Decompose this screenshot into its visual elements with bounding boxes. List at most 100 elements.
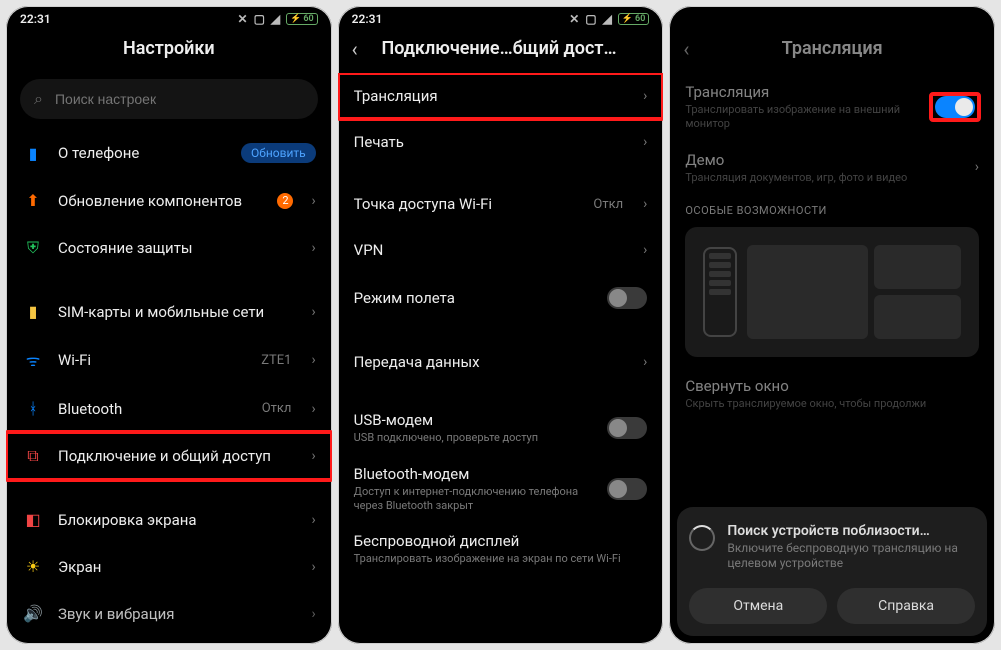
- item-demo[interactable]: Демо Трансляция документов, игр, фото и …: [669, 141, 995, 195]
- usb-tether-toggle[interactable]: [607, 417, 647, 439]
- chevron-right-icon: ›: [643, 88, 647, 104]
- about-icon: ▮: [22, 144, 44, 163]
- item-label: Трансляция: [354, 87, 629, 105]
- item-sub: Скрыть транслируемое окно, чтобы продолж…: [685, 397, 979, 411]
- phone-settings-root: 22:31 ✕ ▢ ◢ ⚡60 Настройки ⌕ ▮ О телефоне…: [6, 6, 332, 644]
- sheet-sub: Включите беспроводную трансляцию на целе…: [727, 541, 975, 572]
- connection-list: Трансляция › Печать › Точка доступа Wi-F…: [338, 73, 664, 644]
- vpn-icon: ▢: [254, 12, 265, 26]
- signal-icon: ◢: [603, 12, 612, 26]
- item-label: Точка доступа Wi-Fi: [354, 195, 580, 213]
- item-value: Откл: [593, 197, 623, 212]
- back-button[interactable]: ‹: [683, 37, 689, 61]
- item-label: Звук и вибрация: [58, 605, 297, 623]
- dnd-icon: ✕: [238, 12, 248, 26]
- bluetooth-icon: ᚼ: [22, 399, 44, 418]
- item-cast[interactable]: Трансляция ›: [338, 73, 664, 119]
- item-sound[interactable]: 🔊 Звук и вибрация ›: [6, 590, 332, 637]
- lock-icon: ◧: [22, 510, 44, 529]
- item-usb-tether[interactable]: USB-модем USB подключено, проверьте дост…: [338, 401, 664, 455]
- chevron-right-icon: ›: [643, 354, 647, 370]
- share-icon: ⧉: [22, 446, 44, 466]
- item-label: Режим полета: [354, 289, 594, 307]
- item-label: Свернуть окно: [685, 377, 979, 395]
- chevron-right-icon: ›: [311, 304, 315, 320]
- signal-icon: ◢: [271, 12, 280, 26]
- battery-indicator: ⚡60: [286, 13, 318, 25]
- chevron-right-icon: ›: [643, 134, 647, 150]
- item-vpn[interactable]: VPN ›: [338, 227, 664, 273]
- chevron-right-icon: ›: [311, 448, 315, 464]
- item-label: Печать: [354, 133, 629, 151]
- chevron-right-icon: ›: [643, 196, 647, 212]
- item-value: Откл: [262, 401, 292, 416]
- search-input[interactable]: [53, 90, 304, 108]
- status-time: 22:31: [20, 12, 51, 26]
- item-data-transfer[interactable]: Передача данных ›: [338, 339, 664, 385]
- phone-cast: .. ‹ Трансляция Трансляция Транслировать…: [669, 6, 995, 644]
- search-bar[interactable]: ⌕: [20, 79, 318, 119]
- item-sub: USB подключено, проверьте доступ: [354, 431, 594, 445]
- item-wifi[interactable]: ᯤ Wi-Fi ZTE1 ›: [6, 335, 332, 385]
- item-bluetooth[interactable]: ᚼ Bluetooth Откл ›: [6, 385, 332, 432]
- item-sub: Трансляция документов, игр, фото и видео: [685, 171, 960, 185]
- search-devices-sheet: Поиск устройств поблизости… Включите бес…: [677, 507, 987, 636]
- item-collapse-window[interactable]: Свернуть окно Скрыть транслируемое окно,…: [669, 367, 995, 421]
- bt-tether-toggle[interactable]: [607, 478, 647, 500]
- battery-indicator: ⚡60: [618, 13, 650, 25]
- item-lock-screen[interactable]: ◧ Блокировка экрана ›: [6, 496, 332, 543]
- back-button[interactable]: ‹: [352, 37, 358, 61]
- item-label: Трансляция: [685, 83, 917, 101]
- item-label: Подключение и общий доступ: [58, 447, 297, 465]
- vpn-icon: ▢: [585, 12, 596, 26]
- item-label: Bluetooth: [58, 400, 248, 418]
- settings-list: ▮ О телефоне Обновить ⬆ Обновление компо…: [6, 129, 332, 644]
- chevron-right-icon: ›: [975, 159, 979, 175]
- item-print[interactable]: Печать ›: [338, 119, 664, 165]
- item-cast-toggle[interactable]: Трансляция Транслировать изображение на …: [669, 73, 995, 141]
- item-connection-sharing[interactable]: ⧉ Подключение и общий доступ ›: [6, 432, 332, 480]
- item-security-status[interactable]: ⛨ Состояние защиты ›: [6, 224, 332, 272]
- help-button[interactable]: Справка: [837, 588, 975, 624]
- sound-icon: 🔊: [22, 604, 44, 623]
- chevron-right-icon: ›: [311, 240, 315, 256]
- page-title: Трансляция: [782, 38, 883, 59]
- item-label: Демо: [685, 151, 960, 169]
- item-component-updates[interactable]: ⬆ Обновление компонентов 2 ›: [6, 177, 332, 224]
- chevron-right-icon: ›: [311, 512, 315, 528]
- statusbar: 22:31 ✕ ▢ ◢ ⚡60: [338, 6, 664, 28]
- item-label: Передача данных: [354, 353, 629, 371]
- chevron-right-icon: ›: [311, 559, 315, 575]
- airplane-toggle[interactable]: [607, 287, 647, 309]
- update-icon: ⬆: [22, 191, 44, 210]
- phone-connection-sharing: 22:31 ✕ ▢ ◢ ⚡60 ‹ Подключение…бщий досту…: [338, 6, 664, 644]
- item-label: Обновление компонентов: [58, 192, 263, 210]
- brightness-icon: ☀: [22, 557, 44, 576]
- sheet-title: Поиск устройств поблизости…: [727, 523, 975, 539]
- remote-icon: [703, 247, 737, 337]
- update-badge: 2: [277, 193, 293, 209]
- cancel-button[interactable]: Отмена: [689, 588, 827, 624]
- item-airplane-mode[interactable]: Режим полета: [338, 273, 664, 323]
- item-label: VPN: [354, 241, 629, 259]
- cast-toggle[interactable]: [935, 96, 975, 118]
- titlebar: ‹ Подключение…бщий доступ: [338, 28, 664, 73]
- item-label: Экран: [58, 558, 297, 576]
- page-title: Настройки: [123, 38, 215, 59]
- cast-preview: [685, 227, 979, 357]
- item-sim-networks[interactable]: ▮ SIM-карты и мобильные сети ›: [6, 288, 332, 335]
- item-label: Wi-Fi: [58, 351, 247, 369]
- wifi-icon: ᯤ: [22, 349, 44, 371]
- item-value: ZTE1: [261, 353, 291, 368]
- item-wireless-display[interactable]: Беспроводной дисплей Транслировать изобр…: [338, 522, 664, 576]
- item-hotspot[interactable]: Точка доступа Wi-Fi Откл ›: [338, 181, 664, 227]
- titlebar: ‹ Трансляция: [669, 28, 995, 73]
- item-bluetooth-tether[interactable]: Bluetooth-модем Доступ к интернет-подклю…: [338, 455, 664, 523]
- sim-icon: ▮: [22, 302, 44, 321]
- chevron-right-icon: ›: [311, 606, 315, 622]
- update-pill[interactable]: Обновить: [241, 143, 316, 163]
- item-label: Беспроводной дисплей: [354, 532, 648, 550]
- shield-icon: ⛨: [22, 238, 44, 258]
- item-about-phone[interactable]: ▮ О телефоне Обновить: [6, 129, 332, 177]
- item-display[interactable]: ☀ Экран ›: [6, 543, 332, 590]
